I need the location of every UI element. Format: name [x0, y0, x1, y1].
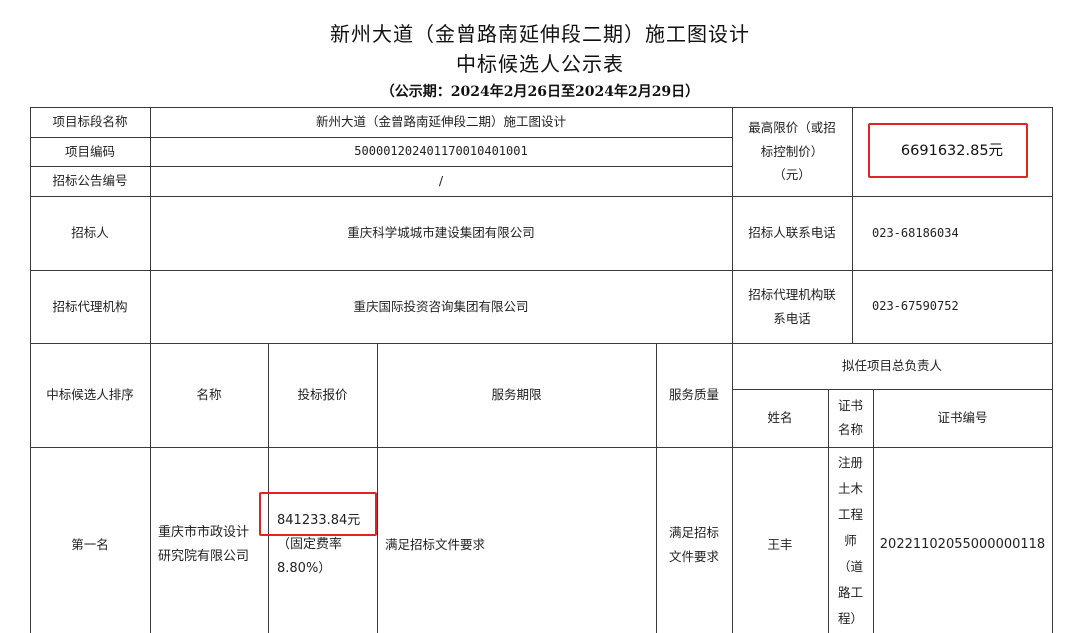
candidate-quality-line1: 满足招标 — [668, 525, 719, 541]
project-code-label: 项目编码 — [64, 143, 115, 159]
candidate-cert-name: 注册 土木 工程 师 （道 路工 程） — [828, 447, 873, 633]
max-price-label-line1: 最高限价（或招 — [748, 119, 836, 135]
candidate-rank: 第一名 — [71, 537, 109, 553]
header-rank: 中标候选人排序 — [46, 387, 134, 403]
max-price-label: 最高限价（或招 标控制价） （元） — [732, 107, 852, 196]
candidate-service-quality: 满足招标 文件要求 — [656, 447, 732, 633]
cert-line: 工程 — [837, 507, 863, 522]
candidate-name-line2: 研究院有限公司 — [158, 549, 250, 564]
bid-highlight-box — [259, 492, 377, 536]
header-cert-name: 证书 名称 — [828, 389, 873, 447]
header-name: 名称 — [196, 387, 222, 403]
project-code-value: 500001202401170010401001 — [354, 144, 528, 159]
cert-line: 路工 — [837, 585, 863, 600]
candidate-name-line1: 重庆市市政设计 — [158, 524, 250, 540]
header-bid: 投标报价 — [297, 387, 348, 403]
max-price-label-line2: 标控制价） — [760, 143, 824, 159]
candidate-bid-note-line1: （固定费率 — [277, 536, 343, 552]
publicity-period: （公示期：2024年2月26日至2024年2月29日） — [380, 84, 700, 100]
max-price-highlight-box — [868, 123, 1028, 178]
notice-number-label: 招标公告编号 — [52, 173, 128, 189]
agency-phone-label: 招标代理机构联 系电话 — [732, 270, 852, 343]
cert-line: 土木 — [837, 481, 863, 496]
header-person-name: 姓名 — [767, 410, 793, 426]
header-service-quality: 服务质量 — [668, 387, 719, 403]
cert-name-stack: 注册 土木 工程 师 （道 路工 程） — [838, 447, 863, 632]
cert-line: 师 — [844, 533, 857, 548]
tenderer-phone-value: 023-68186034 — [872, 225, 959, 240]
agency-label: 招标代理机构 — [52, 298, 128, 314]
header-cert-name-line2: 名称 — [837, 422, 863, 437]
max-price-label-line3: （元） — [773, 167, 811, 183]
document-subtitle: 中标候选人公示表 — [456, 52, 624, 76]
agency-phone-label-line1: 招标代理机构联 — [748, 286, 836, 302]
cert-line: 程） — [837, 611, 863, 626]
candidate-cert-number: 20221102055000000118 — [879, 536, 1046, 552]
candidate-quality-line2: 文件要求 — [668, 549, 719, 564]
cert-line: （道 — [837, 559, 863, 574]
project-name-value: 新州大道（金曾路南延伸段二期）施工图设计 — [315, 114, 566, 130]
candidate-person-name: 王丰 — [767, 537, 793, 553]
tenderer-phone-label: 招标人联系电话 — [748, 225, 836, 241]
cert-line: 注册 — [837, 455, 863, 470]
tenderer-value: 重庆科学城城市建设集团有限公司 — [347, 225, 535, 241]
candidate-bid: 841233.84元 （固定费率 8.80%） — [268, 447, 377, 633]
candidate-service-period: 满足招标文件要求 — [385, 537, 486, 553]
header-cert-number: 证书编号 — [937, 410, 988, 426]
agency-value: 重庆国际投资咨询集团有限公司 — [353, 298, 529, 314]
agency-phone-value: 023-67590752 — [872, 299, 959, 314]
header-service-period: 服务期限 — [491, 387, 542, 403]
agency-phone-label-line2: 系电话 — [773, 310, 811, 326]
document-title: 新州大道（金曾路南延伸段二期）施工图设计 — [330, 22, 750, 46]
tenderer-label: 招标人 — [71, 225, 109, 241]
candidate-bid-note-line2: 8.80%） — [277, 561, 332, 577]
header-project-leader: 拟任项目总负责人 — [841, 358, 942, 374]
notice-number-value: / — [438, 173, 444, 189]
candidate-name: 重庆市市政设计 研究院有限公司 — [150, 447, 268, 633]
project-name-label: 项目标段名称 — [52, 114, 128, 130]
header-cert-name-line1: 证书 — [837, 398, 863, 414]
